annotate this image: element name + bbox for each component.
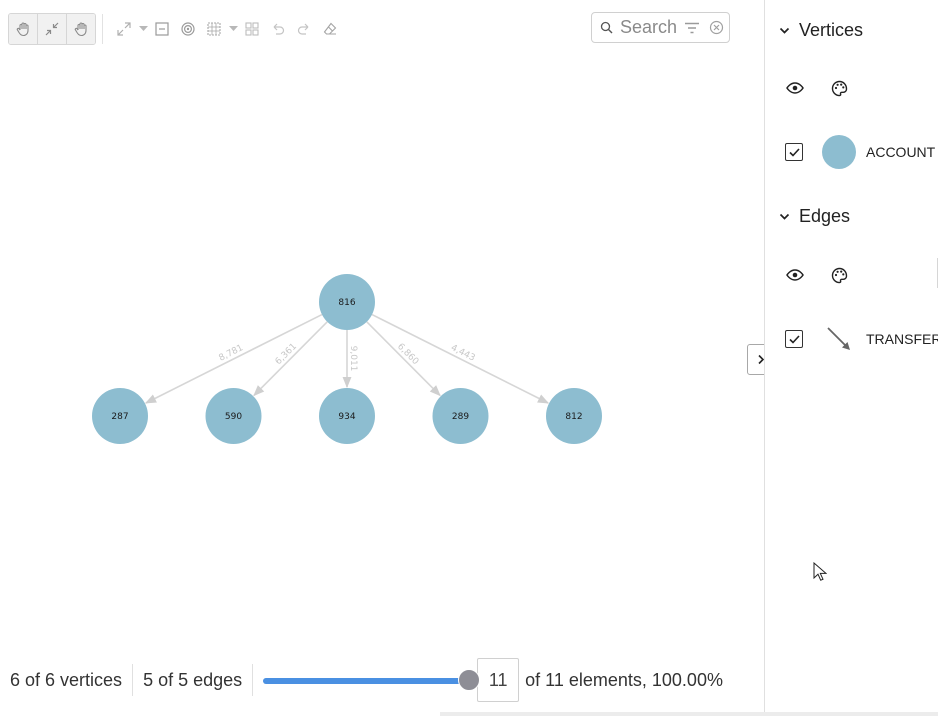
vertices-section-title: Vertices bbox=[799, 20, 864, 40]
palette-icon[interactable] bbox=[829, 265, 849, 285]
chevron-down-icon bbox=[779, 213, 793, 221]
transfer-checkbox[interactable] bbox=[785, 330, 803, 348]
status-divider bbox=[252, 664, 254, 696]
elements-text: of 11 elements, 100.00% bbox=[525, 669, 723, 690]
vertex-label: 812 bbox=[565, 412, 582, 422]
edges-section-header[interactable]: Edges bbox=[779, 206, 850, 227]
legend-panel: Vertices ACCOUNT Edges TRANSFER bbox=[764, 0, 938, 716]
check-icon bbox=[788, 147, 800, 157]
slider-thumb[interactable] bbox=[458, 669, 481, 691]
check-icon bbox=[788, 334, 800, 344]
vertex-label: 590 bbox=[225, 412, 242, 422]
account-checkbox[interactable] bbox=[785, 143, 803, 161]
edges-actions bbox=[785, 265, 873, 285]
graph-area[interactable]: 8,7816,3619,0116,8604,443 81628759093428… bbox=[0, 0, 764, 716]
vertices-count: 6 of 6 vertices bbox=[10, 669, 123, 690]
transfer-label: TRANSFER bbox=[866, 331, 938, 347]
edges-section-title: Edges bbox=[799, 206, 851, 226]
legend-item-transfer: TRANSFER bbox=[785, 322, 938, 356]
legend-item-account: ACCOUNT bbox=[785, 135, 935, 169]
edge-816-289[interactable] bbox=[366, 321, 441, 397]
palette-icon[interactable] bbox=[829, 78, 849, 98]
vertices-actions bbox=[785, 78, 873, 98]
chevron-down-icon bbox=[779, 27, 793, 35]
edges-count: 5 of 5 edges bbox=[143, 669, 243, 690]
arrow-icon bbox=[827, 327, 850, 350]
transfer-edge-swatch[interactable] bbox=[822, 322, 856, 356]
vertices-section-header[interactable]: Vertices bbox=[779, 20, 863, 41]
vertex-label: 816 bbox=[338, 298, 355, 308]
slider-fill bbox=[263, 678, 470, 684]
vertex-label: 287 bbox=[111, 412, 128, 422]
status-bar: 6 of 6 vertices 5 of 5 edges 11 of 11 el… bbox=[0, 656, 764, 704]
edge-label: 9,011 bbox=[348, 346, 358, 372]
element-slider[interactable] bbox=[263, 668, 481, 692]
account-color-swatch[interactable] bbox=[822, 135, 856, 169]
element-count-input[interactable]: 11 bbox=[477, 658, 520, 702]
mouse-cursor-icon bbox=[813, 562, 827, 581]
vertex-label: 289 bbox=[452, 412, 469, 422]
eye-icon[interactable] bbox=[785, 265, 805, 285]
edge-816-590[interactable] bbox=[253, 321, 328, 397]
bottom-edge bbox=[440, 712, 938, 716]
graph-canvas[interactable]: 8,781 6,361 9,011 6,860 4,443 816287 590 934 28… bbox=[0, 0, 764, 640]
vertex-label: 934 bbox=[338, 412, 355, 422]
eye-icon[interactable] bbox=[785, 78, 805, 98]
account-label: ACCOUNT bbox=[866, 144, 936, 160]
